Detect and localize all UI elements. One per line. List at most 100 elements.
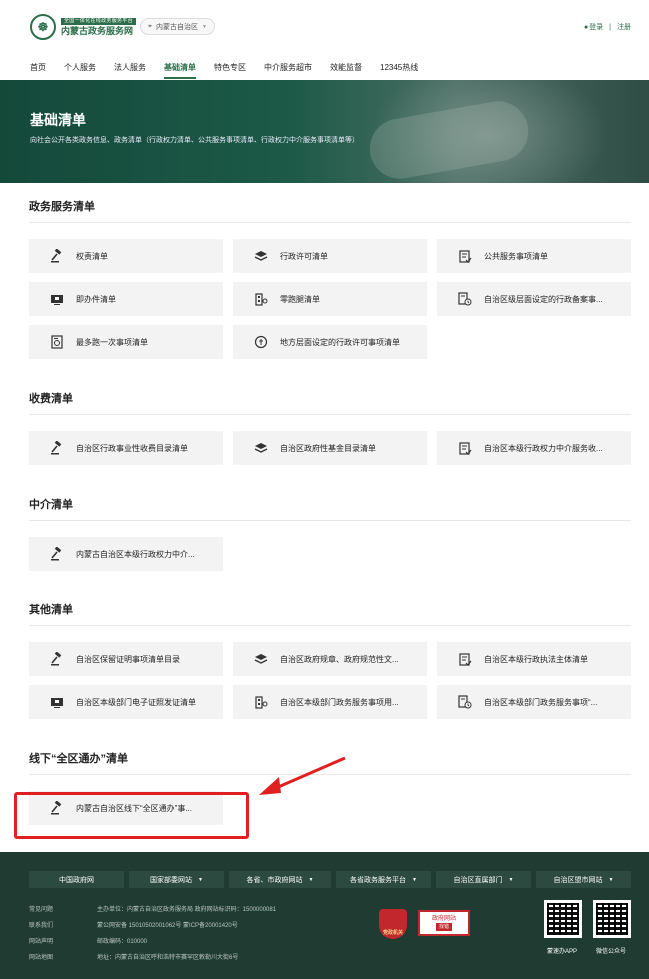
nav-item-2[interactable]: 法人服务 (114, 62, 146, 79)
list-card[interactable]: 自治区保留证明事项清单目录 (29, 642, 223, 676)
hero-banner: 基础清单 向社会公开各类政务信息、政务清单（行政权力清单、公共服务事项清单、行政… (0, 80, 649, 183)
footer-link-1[interactable]: 国家部委网站 ▼ (129, 871, 224, 888)
checklist-icon (457, 248, 473, 264)
main-nav: 首页 个人服务 法人服务 基础清单 特色专区 中介服务超市 效能监督 12345热线 (30, 62, 436, 79)
card-label: 地方层面设定的行政许可事项清单 (280, 337, 400, 347)
location-pin-icon: ⌖ (148, 22, 152, 30)
section-3: 其他清单 自治区保留证明事项清单目录 自治区政府规章、政府规范性文... 自治区本级行… (29, 596, 631, 719)
list-card[interactable]: 即办件清单 (29, 282, 223, 316)
section-title: 中介清单 (29, 491, 631, 521)
card-label: 自治区政府规章、政府规范性文... (280, 654, 399, 664)
nav-item-3[interactable]: 基础清单 (164, 62, 196, 79)
register-link[interactable]: 注册 (617, 22, 631, 32)
party-govt-badge-icon[interactable]: 党政机关 (379, 909, 407, 939)
footer-link-0[interactable]: 中国政府网 (29, 871, 124, 888)
nav-item-0[interactable]: 首页 (30, 62, 46, 79)
card-label: 权责清单 (76, 251, 108, 261)
footer-info-line: 蒙公网安备 15010502001062号 蒙ICP备20001420号 (97, 923, 238, 929)
footer-link-5[interactable]: 自治区盟市网站 ▼ (536, 871, 631, 888)
card-label: 零跑腿清单 (280, 294, 320, 304)
footer-link-4[interactable]: 自治区直属部门 ▼ (436, 871, 531, 888)
circle-arrows-icon (253, 334, 269, 350)
list-card[interactable]: 最多跑一次事项清单 (29, 325, 223, 359)
logo-name: 内蒙古政务服务网 (61, 26, 134, 36)
badge2-top: 政府网站 (431, 916, 456, 922)
card-label: 自治区本级行政权力中介服务收... (484, 443, 603, 453)
nav-item-5[interactable]: 中介服务超市 (264, 62, 312, 79)
footer-help-link-2[interactable]: 网站声明 (29, 934, 53, 950)
auth-links: ● 登录 | 注册 (584, 22, 631, 32)
gavel-icon (49, 546, 65, 562)
monitor-icon (49, 694, 65, 710)
site-header: ☸ 全国一体化在线政务服务平台 内蒙古政务服务网 ⌖ 内蒙古自治区 ▼ ● 登录… (0, 0, 649, 80)
footer-help-link-3[interactable]: 网站地图 (29, 950, 53, 966)
list-card[interactable]: 行政许可清单 (233, 239, 427, 273)
card-label: 最多跑一次事项清单 (76, 337, 148, 347)
badge2-bottom: 找错 (435, 923, 452, 931)
footer-info: 主办单位：内蒙古自治区政务服务局 政府网站标识码：1500000081 蒙公网安备… (97, 902, 276, 966)
footer-info-line: 邮政编码：010000 (97, 939, 148, 945)
card-label: 自治区保留证明事项清单目录 (76, 654, 180, 664)
list-card[interactable]: 自治区本级部门政务服务事项“... (437, 685, 631, 719)
footer-link-2[interactable]: 各省、市政府网站 ▼ (229, 871, 331, 888)
chevron-down-icon: ▼ (198, 876, 203, 883)
section-title: 收费清单 (29, 385, 631, 415)
list-card[interactable]: 自治区级层面设定的行政备案事... (437, 282, 631, 316)
gavel-icon (49, 248, 65, 264)
list-card[interactable]: 内蒙古自治区本级行政权力中介... (29, 537, 223, 571)
login-link[interactable]: 登录 (589, 22, 603, 32)
refresh-doc-icon (49, 334, 65, 350)
nav-item-1[interactable]: 个人服务 (64, 62, 96, 79)
card-label: 自治区政府性基金目录清单 (280, 443, 376, 453)
list-card[interactable]: 自治区行政事业性收费目录清单 (29, 431, 223, 465)
building-icon (253, 694, 269, 710)
nav-item-6[interactable]: 效能监督 (330, 62, 362, 79)
region-label: 内蒙古自治区 (155, 23, 198, 31)
footer-help-links: 常见问题 联系我们 网站声明 网站地图 (29, 902, 53, 966)
govt-site-error-badge[interactable]: 政府网站 找错 (418, 910, 470, 936)
list-card[interactable]: 自治区政府性基金目录清单 (233, 431, 427, 465)
list-card[interactable]: 地方层面设定的行政许可事项清单 (233, 325, 427, 359)
list-card[interactable]: 公共服务事项清单 (437, 239, 631, 273)
annotation-arrow-icon (259, 756, 346, 795)
highlight-box (14, 792, 249, 839)
section-1: 收费清单自治区行政事业性收费目录清单 自治区政府性基金目录清单 自治区本级行政权力中… (29, 385, 631, 465)
card-label: 公共服务事项清单 (484, 251, 548, 261)
list-card[interactable]: 自治区政府规章、政府规范性文... (233, 642, 427, 676)
building-icon (253, 291, 269, 307)
chevron-down-icon: ▼ (608, 876, 614, 883)
layers-icon (253, 651, 269, 667)
footer-help-link-1[interactable]: 联系我们 (29, 918, 53, 934)
site-footer: 中国政府网 国家部委网站 ▼ 各省、市政府网站 ▼ 各省政务服务平台 ▼ 自治区直属部门 ▼ 自治… (0, 852, 649, 979)
list-card[interactable]: 自治区本级部门电子证照发证清单 (29, 685, 223, 719)
card-label: 自治区级层面设定的行政备案事... (484, 294, 603, 304)
card-label: 自治区本级部门政务服务事项用... (280, 697, 399, 707)
gavel-icon (49, 440, 65, 456)
region-selector[interactable]: ⌖ 内蒙古自治区 ▼ (140, 18, 215, 35)
footer-info-line: 地址：内蒙古自治区呼和浩特市赛罕区敕勒川大街6号 (97, 955, 239, 961)
page-subtitle: 向社会公开各类政务信息、政务清单（行政权力清单、公共服务事项清单、行政权力中介服… (30, 137, 359, 144)
card-label: 内蒙古自治区本级行政权力中介... (76, 549, 195, 559)
card-label: 自治区本级行政执法主体清单 (484, 654, 588, 664)
document-clock-icon (457, 291, 473, 307)
footer-link-3[interactable]: 各省政务服务平台 ▼ (336, 871, 431, 888)
card-label: 自治区行政事业性收费目录清单 (76, 443, 188, 453)
list-card[interactable]: 权责清单 (29, 239, 223, 273)
card-label: 自治区本级部门政务服务事项“... (484, 697, 598, 707)
list-card[interactable]: 自治区本级行政权力中介服务收... (437, 431, 631, 465)
document-clock-icon (457, 694, 473, 710)
site-logo[interactable]: ☸ 全国一体化在线政务服务平台 内蒙古政务服务网 (30, 14, 136, 40)
footer-help-link-0[interactable]: 常见问题 (29, 902, 53, 918)
chevron-down-icon: ▼ (201, 23, 207, 30)
list-card[interactable]: 零跑腿清单 (233, 282, 427, 316)
layers-icon (253, 248, 269, 264)
gavel-icon (49, 651, 65, 667)
chevron-down-icon: ▼ (508, 876, 514, 883)
nav-item-7[interactable]: 12345热线 (380, 62, 418, 79)
section-0: 政务服务清单 权责清单 行政许可清单 公共服务事项清单 即办件清单 零跑腿清单 自治区级层面… (29, 193, 631, 359)
app-qr-code-icon (544, 900, 582, 938)
nav-item-4[interactable]: 特色专区 (214, 62, 246, 79)
list-card[interactable]: 自治区本级行政执法主体清单 (437, 642, 631, 676)
wechat-qr-code-icon (593, 900, 631, 938)
list-card[interactable]: 自治区本级部门政务服务事项用... (233, 685, 427, 719)
